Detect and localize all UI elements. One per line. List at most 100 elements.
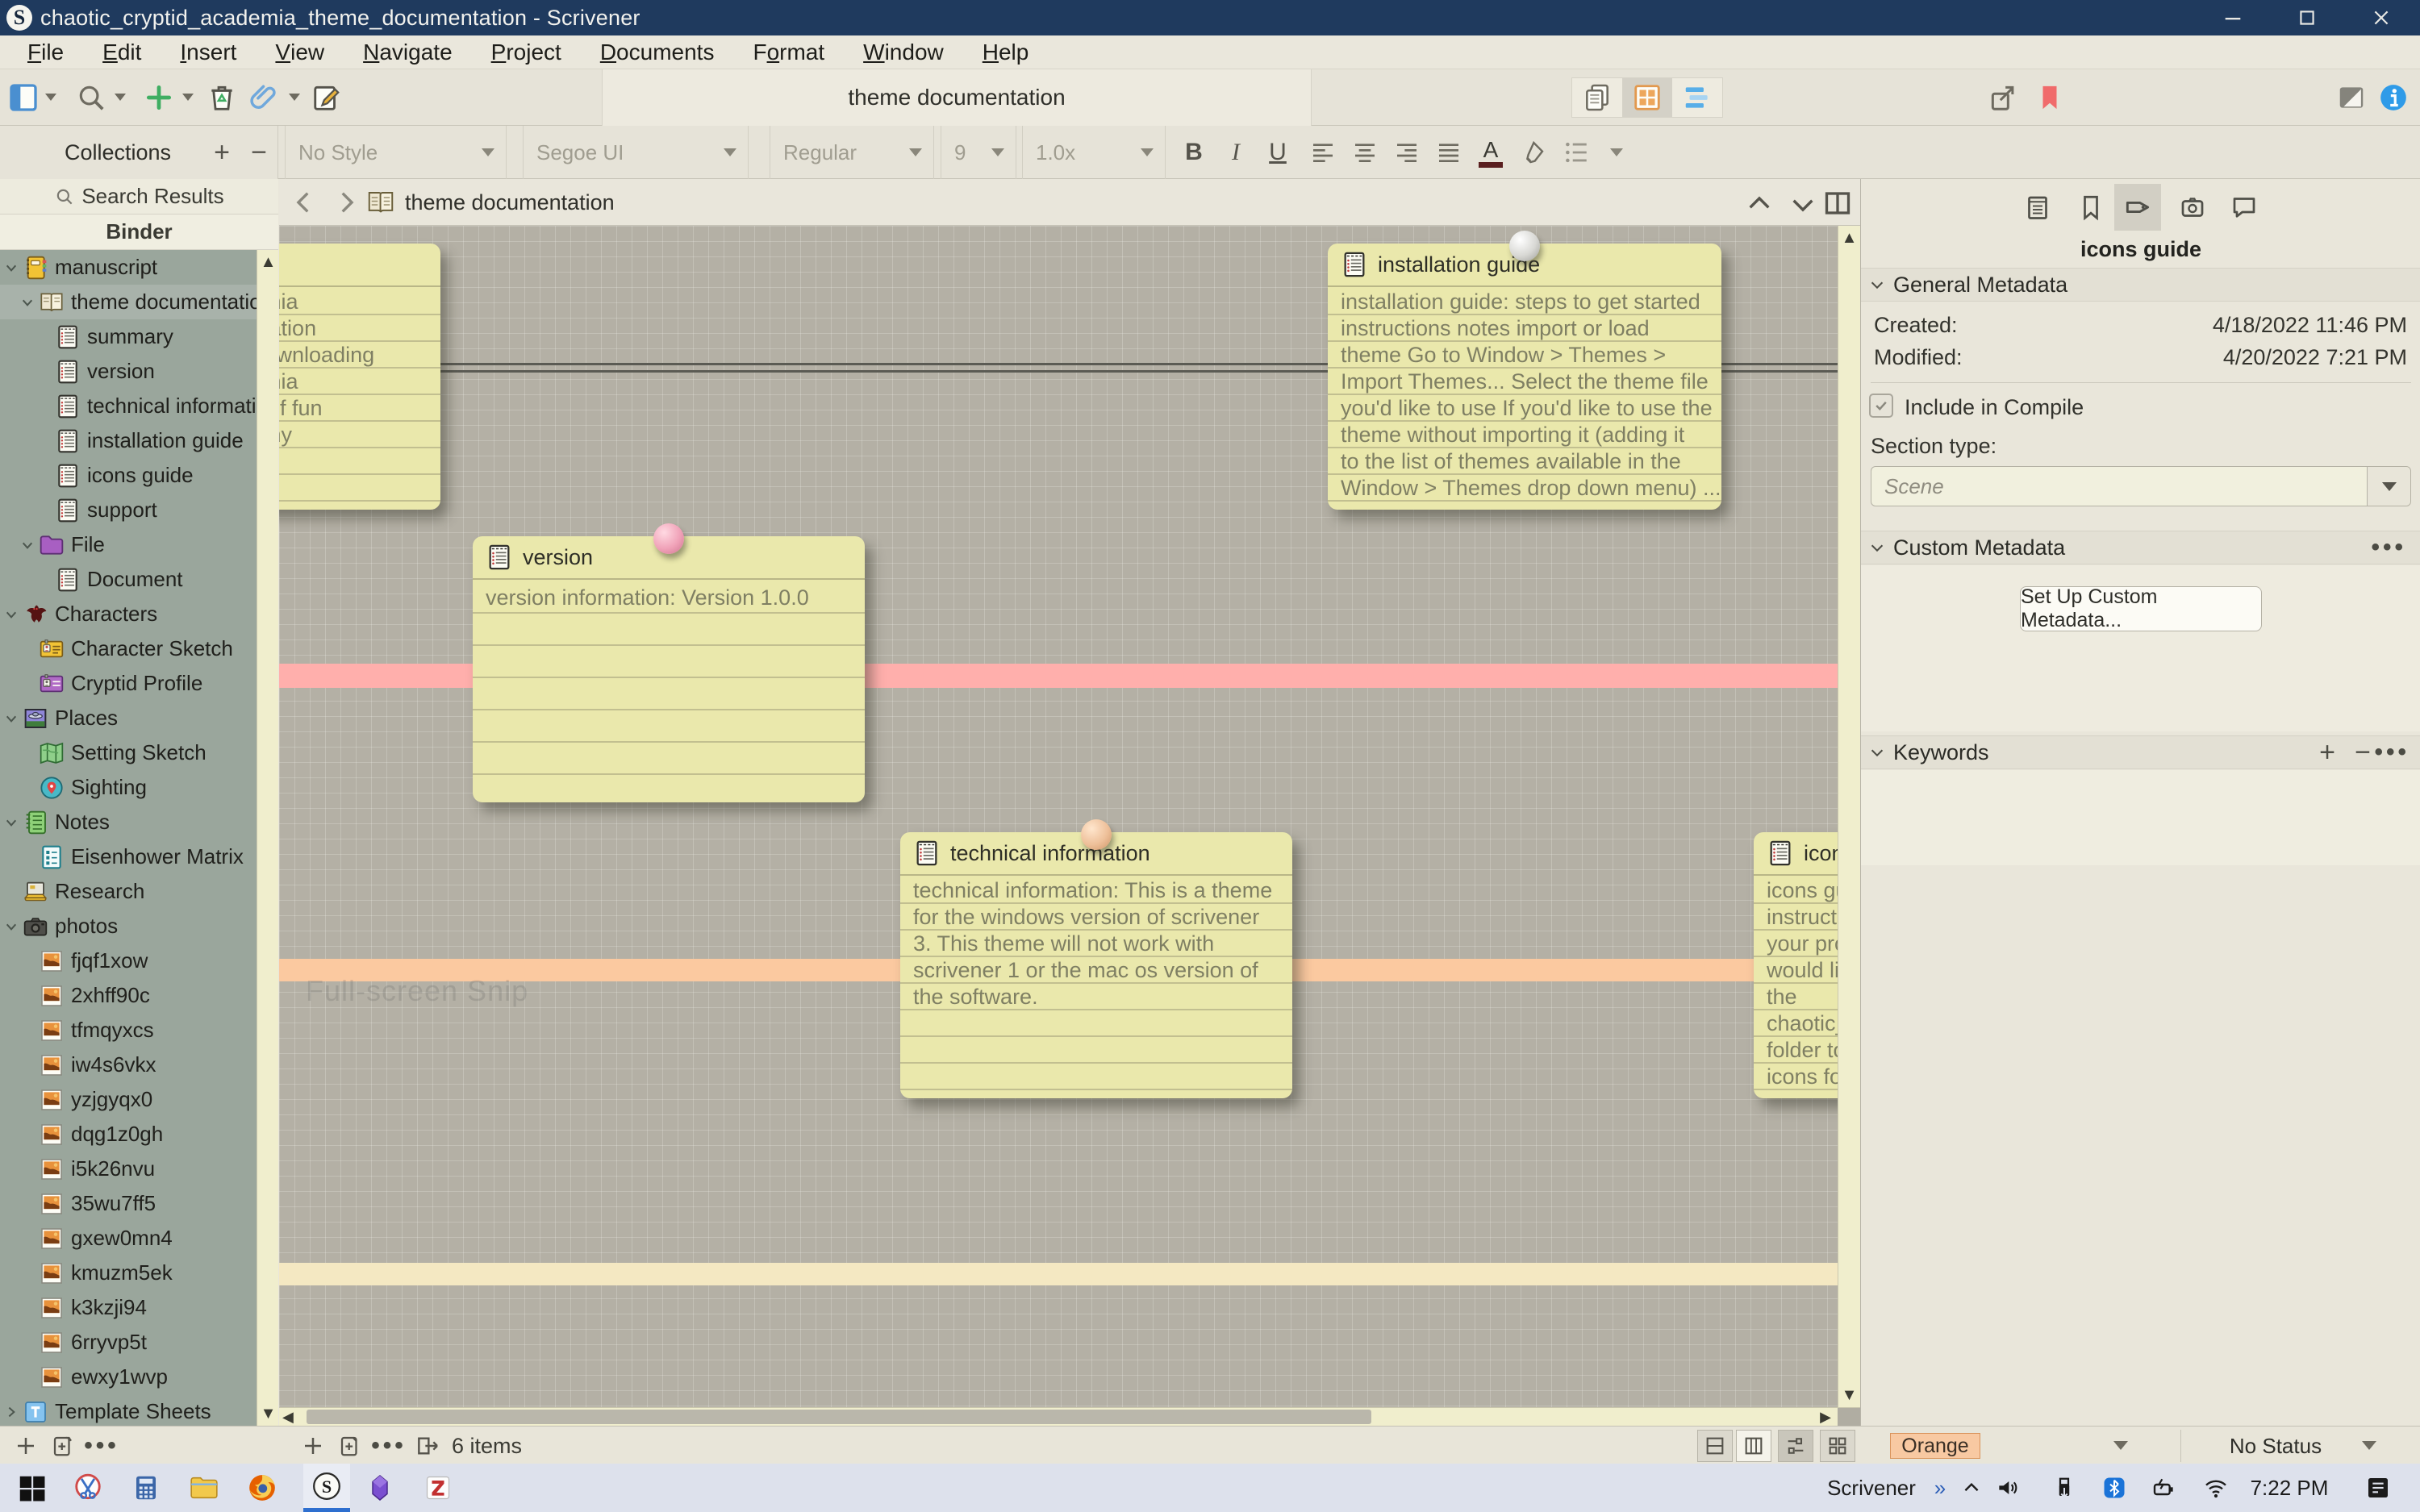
- tray-bluetooth-icon[interactable]: [2096, 1464, 2133, 1512]
- trash-icon[interactable]: [205, 81, 239, 115]
- binder-item-support[interactable]: support: [0, 493, 257, 527]
- chevron-right-icon[interactable]: [3, 1404, 19, 1420]
- binder-item-6rryvp5t[interactable]: 6rryvp5t: [0, 1325, 257, 1360]
- chevron-down-icon[interactable]: [3, 918, 19, 935]
- tab-search-results[interactable]: Search Results: [0, 179, 278, 215]
- text-color-button[interactable]: A: [1471, 126, 1510, 179]
- status-value[interactable]: No Status: [2207, 1434, 2344, 1459]
- binder-item-iw4s6vkx[interactable]: iw4s6vkx: [0, 1048, 257, 1082]
- menu-documents[interactable]: Documents: [581, 35, 734, 69]
- binder-item-sighting[interactable]: Sighting: [0, 770, 257, 805]
- style-select[interactable]: No Style: [285, 126, 507, 179]
- binder-scroll-up-icon[interactable]: ▲: [257, 252, 279, 273]
- corkboard-hscroll-thumb[interactable]: [307, 1410, 1371, 1424]
- binder-item-character-sketch[interactable]: Character Sketch: [0, 631, 257, 666]
- forward-button[interactable]: [332, 189, 360, 216]
- chevron-down-icon[interactable]: [3, 814, 19, 831]
- corkboard-more-icon[interactable]: •••: [371, 1431, 403, 1460]
- binder-item-2xhff90c[interactable]: 2xhff90c: [0, 978, 257, 1013]
- binder-item-setting-sketch[interactable]: Setting Sketch: [0, 735, 257, 770]
- binder-item-eisenhower-matrix[interactable]: Eisenhower Matrix: [0, 839, 257, 874]
- binder-scrollbar[interactable]: ▲ ▼: [257, 250, 278, 1426]
- inspector-tab-snapshots-icon[interactable]: [2169, 184, 2216, 231]
- status-dropdown-icon[interactable]: [2362, 1441, 2376, 1450]
- collections-add-button[interactable]: +: [203, 137, 240, 169]
- menu-insert[interactable]: Insert: [161, 35, 256, 69]
- search-icon[interactable]: [74, 81, 108, 115]
- keywords-add-icon[interactable]: +: [2319, 737, 2335, 768]
- minimize-button[interactable]: [2201, 0, 2265, 35]
- taskbar-app-start-icon[interactable]: [8, 1464, 55, 1512]
- binder-item-technical-informati[interactable]: technical informati...: [0, 389, 257, 423]
- align-left-icon[interactable]: [1304, 126, 1342, 179]
- corkboard-add-icon[interactable]: [298, 1431, 328, 1460]
- taskbar-app-snipping-tool[interactable]: [65, 1464, 111, 1512]
- menu-navigate[interactable]: Navigate: [344, 35, 472, 69]
- binder-item-document[interactable]: Document: [0, 562, 257, 597]
- underline-button[interactable]: U: [1260, 126, 1296, 179]
- tray-wifi-icon[interactable]: [2197, 1464, 2234, 1512]
- corkboard-scroll-down-icon[interactable]: ▼: [1838, 1385, 1860, 1406]
- menu-window[interactable]: Window: [844, 35, 963, 69]
- binder-item-version[interactable]: version: [0, 354, 257, 389]
- chevron-down-icon[interactable]: [3, 260, 19, 276]
- italic-button[interactable]: I: [1218, 126, 1254, 179]
- back-button[interactable]: [290, 189, 318, 216]
- binder-item-tfmqyxcs[interactable]: tfmqyxcs: [0, 1013, 257, 1048]
- search-dropdown[interactable]: [115, 94, 126, 101]
- menu-help[interactable]: Help: [963, 35, 1049, 69]
- next-document-icon[interactable]: [1789, 190, 1817, 218]
- inspector-tab-metadata-icon[interactable]: [2114, 184, 2161, 231]
- binder-item-places[interactable]: Places: [0, 701, 257, 735]
- compose-icon[interactable]: [310, 81, 344, 115]
- binder-item-photos[interactable]: photos: [0, 909, 257, 943]
- custom-metadata-more-icon[interactable]: •••: [2371, 534, 2406, 561]
- corkboard-columns-view-button[interactable]: [1736, 1430, 1771, 1462]
- chevron-down-icon[interactable]: [3, 710, 19, 727]
- view-mode-document-icon[interactable]: [1572, 78, 1622, 117]
- add-item-icon[interactable]: [142, 81, 176, 115]
- section-keywords[interactable]: Keywords + − •••: [1861, 735, 2420, 769]
- bold-button[interactable]: B: [1176, 126, 1212, 179]
- binder-item-research[interactable]: Research: [0, 874, 257, 909]
- close-button[interactable]: [2349, 0, 2414, 35]
- chevron-down-icon[interactable]: [19, 294, 35, 310]
- tray-volume-icon[interactable]: [1989, 1464, 2026, 1512]
- binder-toggle-icon[interactable]: [6, 81, 40, 115]
- menu-view[interactable]: View: [256, 35, 344, 69]
- tray-usb-icon[interactable]: [2046, 1464, 2083, 1512]
- binder-item-dqg1z0gh[interactable]: dqg1z0gh: [0, 1117, 257, 1152]
- corkboard-scroll-right-icon[interactable]: ▶: [1820, 1408, 1831, 1426]
- tab-binder[interactable]: Binder: [0, 215, 278, 250]
- menu-edit[interactable]: Edit: [83, 35, 161, 69]
- binder-item-file[interactable]: File: [0, 527, 257, 562]
- inspector-tab-notes-icon[interactable]: [2014, 184, 2061, 231]
- list-format-dropdown[interactable]: [1599, 126, 1631, 179]
- menu-project[interactable]: Project: [472, 35, 581, 69]
- collections-remove-button[interactable]: −: [240, 137, 277, 169]
- binder-item-template-sheets[interactable]: Template Sheets: [0, 1394, 257, 1426]
- binder-item-i5k26nvu[interactable]: i5k26nvu: [0, 1152, 257, 1186]
- corkboard-vscrollbar[interactable]: ▲ ▼: [1838, 226, 1860, 1407]
- setup-custom-metadata-button[interactable]: Set Up Custom Metadata...: [2020, 585, 2262, 631]
- maximize-button[interactable]: [2275, 0, 2339, 35]
- section-type-dropdown-icon[interactable]: [2367, 467, 2410, 506]
- align-center-icon[interactable]: [1346, 126, 1384, 179]
- binder-item-characters[interactable]: Characters: [0, 597, 257, 631]
- font-weight-select[interactable]: Regular: [770, 126, 934, 179]
- binder-add-icon[interactable]: [11, 1431, 40, 1460]
- binder-item-35wu7ff5[interactable]: 35wu7ff5: [0, 1186, 257, 1221]
- binder-scroll-down-icon[interactable]: ▼: [257, 1403, 279, 1424]
- corkboard-freeform-view-button[interactable]: [1778, 1430, 1813, 1462]
- highlight-button[interactable]: [1513, 126, 1552, 179]
- corkboard-grid-view-button[interactable]: [1820, 1430, 1855, 1462]
- taskbar-app-zotero[interactable]: [415, 1464, 461, 1512]
- corkboard-cards-view-button[interactable]: [1697, 1430, 1733, 1462]
- binder-item-kmuzm5ek[interactable]: kmuzm5ek: [0, 1256, 257, 1290]
- binder-item-installation-guide[interactable]: installation guide: [0, 423, 257, 458]
- taskbar-app-file-explorer[interactable]: [181, 1464, 227, 1512]
- binder-item-manuscript[interactable]: manuscript: [0, 250, 257, 285]
- index-card-installation-guide[interactable]: installation guide installation guide: st…: [1328, 244, 1721, 510]
- inspector-tab-comments-icon[interactable]: [2221, 184, 2268, 231]
- tray-action-center-icon[interactable]: [2357, 1464, 2399, 1512]
